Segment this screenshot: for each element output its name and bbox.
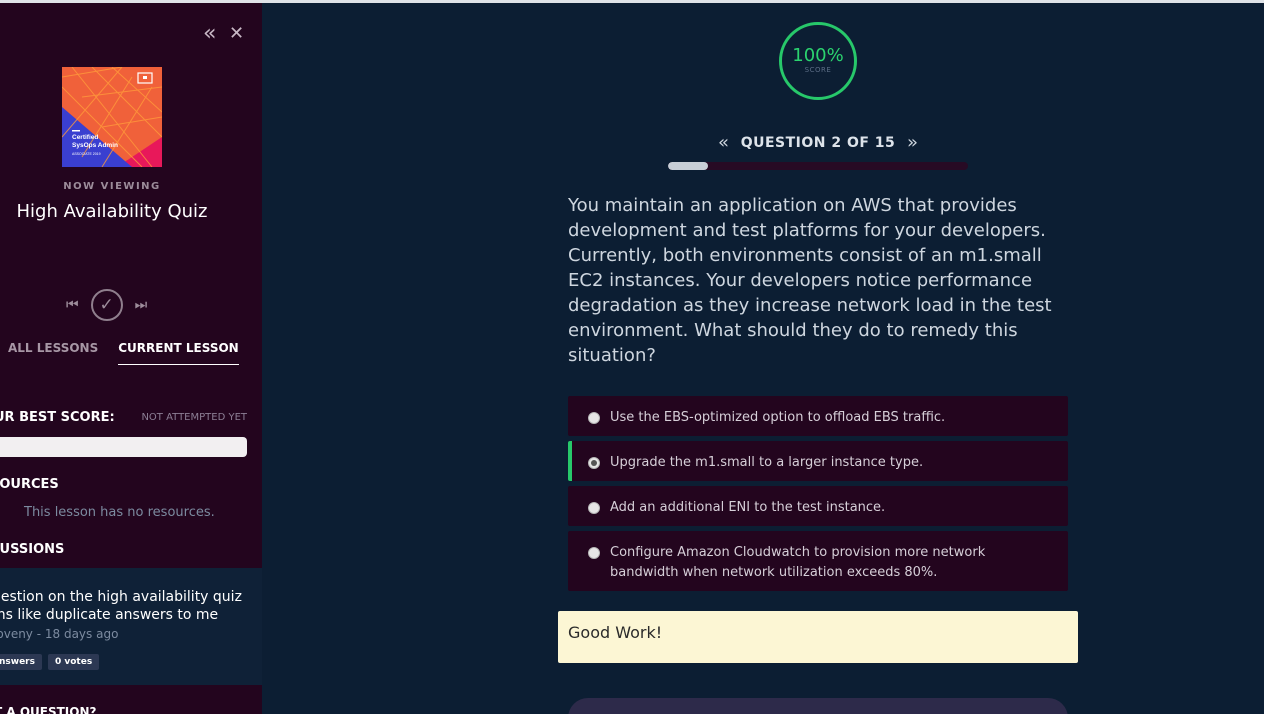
previous-lesson-icon[interactable]: ⏮ xyxy=(66,297,79,313)
radio-button-checked[interactable] xyxy=(588,457,600,469)
now-viewing-label: NOW VIEWING xyxy=(63,181,161,192)
discussion-item[interactable]: uestion on the high availability quiz ms… xyxy=(0,568,262,685)
next-question-icon[interactable]: » xyxy=(907,134,918,152)
lesson-title: High Availability Quiz xyxy=(16,201,208,222)
quiz-progress-bar xyxy=(668,162,968,170)
course-thumbnail: Certified SysOps Admin ASSOCIATE 2019 xyxy=(62,67,162,167)
tab-all-lessons[interactable]: ALL LESSONS xyxy=(8,341,98,365)
question-text: You maintain an application on AWS that … xyxy=(568,195,1052,366)
sidebar: « ✕ Certified SysOps Admin ASSOCIATE 201… xyxy=(0,3,262,714)
tab-current-lesson[interactable]: CURRENT LESSON xyxy=(118,341,239,365)
best-score-label: UR BEST SCORE: xyxy=(0,410,115,425)
answer-text: Use the EBS-optimized option to offload … xyxy=(610,410,946,425)
course-image-line2: SysOps Admin xyxy=(72,142,118,149)
quiz-progress-fill xyxy=(668,162,708,170)
question-navigation: « QUESTION 2 OF 15 » xyxy=(718,134,918,152)
close-icon[interactable]: ✕ xyxy=(229,23,244,44)
previous-question-icon[interactable]: « xyxy=(718,134,729,152)
resources-heading: SOURCES xyxy=(0,477,59,492)
feedback-message: Good Work! xyxy=(558,611,1078,663)
ask-question-heading: T A QUESTION? xyxy=(0,705,97,714)
votes-badge: 0 votes xyxy=(47,654,100,670)
answer-option[interactable]: Add an additional ENI to the test instan… xyxy=(568,486,1068,526)
sidebar-tabs: ALL LESSONS CURRENT LESSON xyxy=(8,341,239,365)
radio-button[interactable] xyxy=(588,412,600,424)
score-label: SCORE xyxy=(804,66,832,74)
lesson-player-controls: ⏮ ✓ ⏭ xyxy=(66,289,147,321)
score-value: 100% xyxy=(792,45,844,66)
course-image-line3: ASSOCIATE 2019 xyxy=(72,152,101,156)
answer-text: Upgrade the m1.small to a larger instanc… xyxy=(610,455,924,470)
discussion-meta: Coveny - 18 days ago xyxy=(0,627,119,641)
no-resources-text: This lesson has no resources. xyxy=(24,505,215,520)
question-number: QUESTION 2 OF 15 xyxy=(740,135,896,151)
answer-option[interactable]: Use the EBS-optimized option to offload … xyxy=(568,396,1068,436)
discussions-heading: CUSSIONS xyxy=(0,542,65,557)
answers-badge: nswers xyxy=(0,654,42,670)
mark-complete-icon[interactable]: ✓ xyxy=(90,289,123,321)
course-image-line1: Certified xyxy=(72,134,98,141)
answer-text: Configure Amazon Cloudwatch to provision… xyxy=(610,545,986,580)
checkmark-icon: ✓ xyxy=(99,295,114,315)
answer-option-selected[interactable]: Upgrade the m1.small to a larger instanc… xyxy=(568,441,1068,481)
continue-button[interactable] xyxy=(568,698,1068,714)
best-score-status: NOT ATTEMPTED YET xyxy=(141,412,247,423)
radio-button[interactable] xyxy=(588,502,600,514)
discussion-badges: nswers 0 votes xyxy=(0,654,100,670)
answer-text: Add an additional ENI to the test instan… xyxy=(610,500,886,515)
collapse-sidebar-icon[interactable]: « xyxy=(203,21,216,46)
next-lesson-icon[interactable]: ⏭ xyxy=(135,297,148,313)
radio-button[interactable] xyxy=(588,547,600,559)
answer-option[interactable]: Configure Amazon Cloudwatch to provision… xyxy=(568,531,1068,591)
discussion-title[interactable]: uestion on the high availability quiz ms… xyxy=(0,588,252,624)
best-score-bar xyxy=(0,437,247,457)
score-indicator: 100% SCORE xyxy=(779,22,857,100)
